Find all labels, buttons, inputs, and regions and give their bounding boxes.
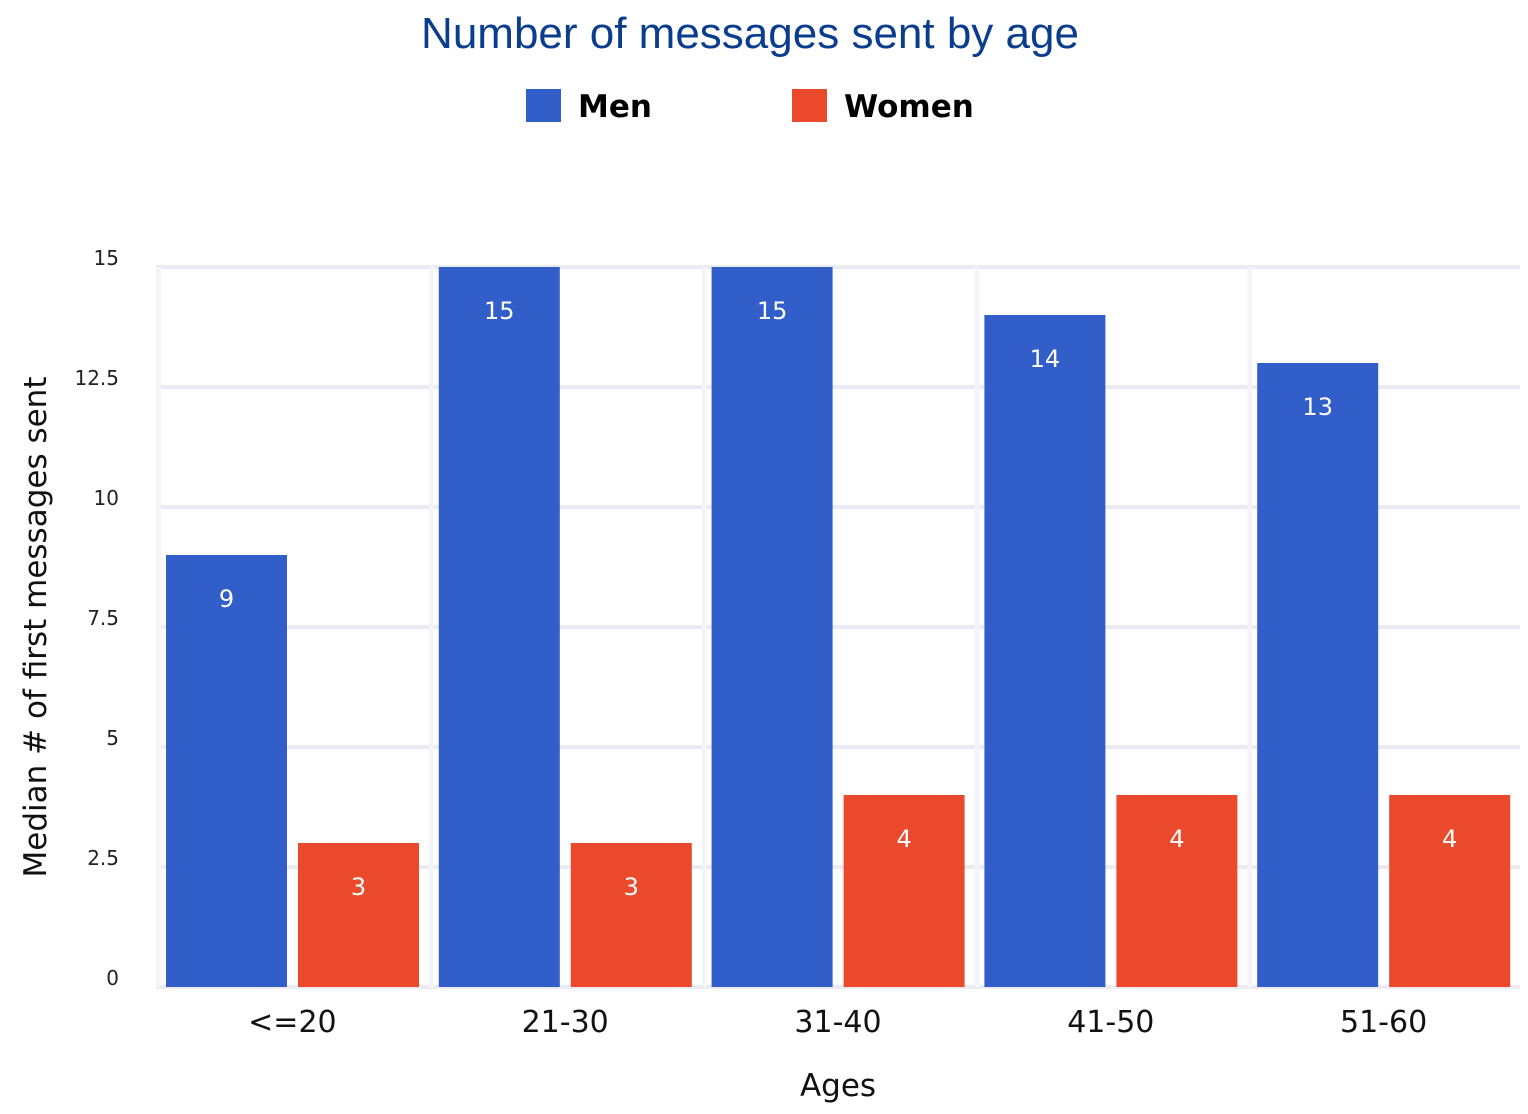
bar-data-label: 3 [624,873,639,901]
bar-men[interactable] [166,555,287,987]
bar-data-label: 4 [896,825,911,853]
bar-men[interactable] [1257,363,1379,987]
y-tick-label: 2.5 [87,846,119,870]
bar-data-label: 4 [1442,825,1457,853]
legend-item-men[interactable]: Men [526,89,652,125]
bar-data-label: 15 [484,297,515,325]
y-axis-title: Median # of first messages sent [18,377,54,878]
x-tick-label: 51-60 [1340,1005,1427,1040]
legend-item-women[interactable]: Women [792,89,974,125]
y-tick-label: 0 [106,966,119,990]
y-tick-label: 10 [94,486,119,510]
bar-data-label: 9 [219,585,234,613]
bar-women[interactable] [298,843,419,987]
gridline-vertical [701,267,707,987]
gridline-vertical [1247,267,1253,987]
legend-swatch [526,89,561,122]
bar-data-label: 15 [757,297,788,325]
y-tick-label: 15 [94,246,119,270]
x-axis-ticks: <=20 21-30 31-40 41-50 51-60 [248,1005,1427,1040]
gridline-vertical [156,267,161,987]
legend: Men Women [526,89,974,125]
y-axis-ticks: 15 12.5 10 7.5 5 2.5 0 [74,246,119,990]
y-tick-label: 7.5 [87,606,119,630]
bar-women[interactable] [570,843,692,987]
bar-men[interactable] [711,267,833,987]
x-tick-label: 41-50 [1067,1005,1154,1040]
x-tick-label: <=20 [248,1005,336,1040]
chart: Number of messages sent by age Men Women … [18,9,1520,1104]
gridline-vertical [974,267,980,987]
chart-title: Number of messages sent by age [421,9,1079,58]
bar-men[interactable] [438,267,560,987]
gridline-horizontal [156,265,1520,269]
legend-swatch [792,89,827,122]
gridline-vertical [428,267,434,987]
y-tick-label: 5 [106,726,119,750]
x-axis-title: Ages [800,1068,876,1104]
bar-data-label: 14 [1030,345,1061,373]
bar-data-label: 13 [1302,393,1333,421]
y-tick-label: 12.5 [74,366,119,390]
bar-data-label: 3 [351,873,366,901]
bar-women[interactable] [1116,795,1238,987]
legend-label: Men [578,89,652,125]
bar-women[interactable] [1389,795,1511,987]
bar-data-label: 4 [1169,825,1184,853]
bar-women[interactable] [843,795,965,987]
bar-men[interactable] [984,315,1106,987]
legend-label: Women [844,89,974,125]
x-tick-label: 21-30 [522,1005,609,1040]
x-tick-label: 31-40 [794,1005,881,1040]
